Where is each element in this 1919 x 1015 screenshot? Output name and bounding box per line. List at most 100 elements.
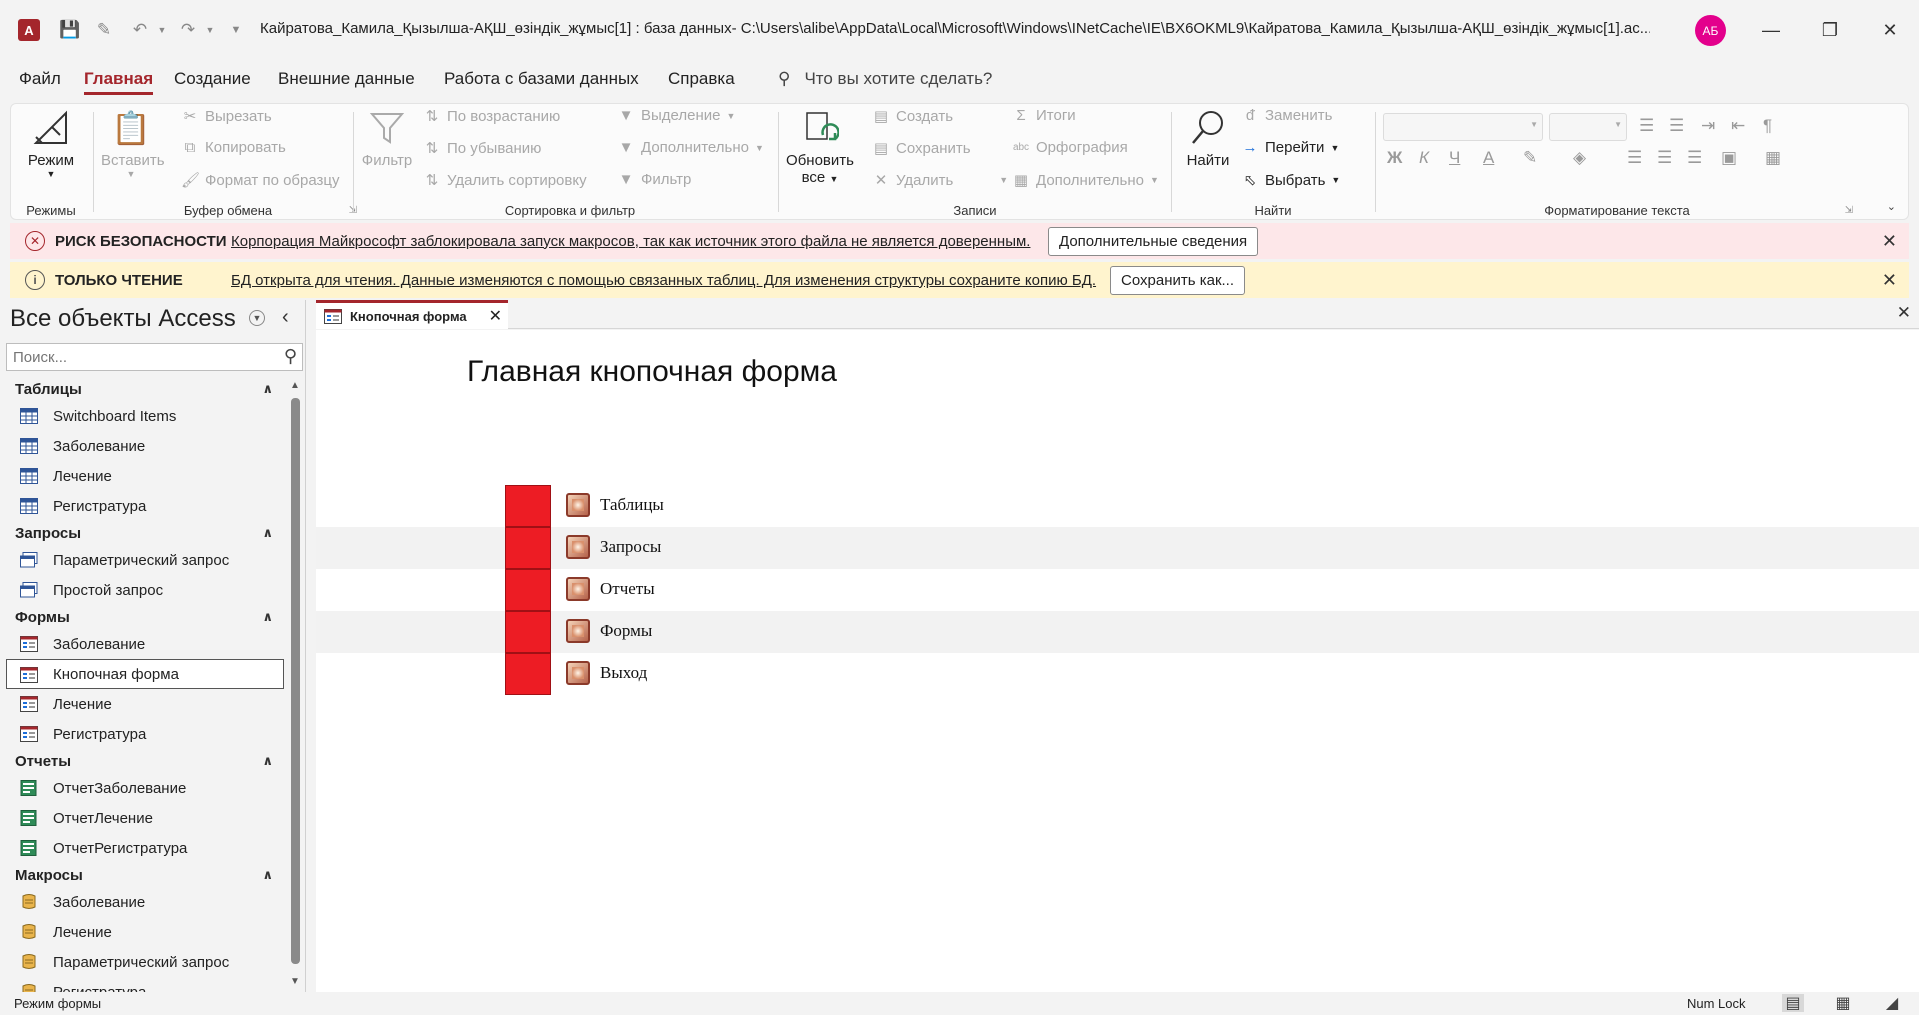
switchboard-button-label[interactable]: Запросы	[600, 537, 661, 557]
align-center-icon[interactable]: ☰	[1657, 148, 1672, 168]
redo-dropdown-icon[interactable]: ▼	[198, 18, 222, 42]
scroll-down-icon[interactable]: ▼	[290, 976, 300, 987]
new-record-button[interactable]: ▤ Создать	[872, 107, 953, 126]
nav-item-query[interactable]: Простой запрос	[0, 575, 285, 605]
close-icon[interactable]: ✕	[1882, 231, 1897, 252]
readonly-message-link[interactable]: БД открыта для чтения. Данные изменяются…	[231, 272, 1096, 289]
copy-button[interactable]: ⧉ Копировать	[181, 139, 286, 156]
nav-item-form[interactable]: Кнопочная форма	[6, 659, 284, 689]
nav-group-header[interactable]: Запросы ∧	[0, 521, 285, 545]
scroll-up-icon[interactable]: ▲	[290, 380, 300, 391]
align-right-icon[interactable]: ☰	[1687, 148, 1702, 168]
nav-item-macro[interactable]: Заболевание	[0, 887, 285, 917]
security-message-link[interactable]: Корпорация Майкрософт заблокировала запу…	[231, 233, 1030, 250]
sort-descending-button[interactable]: ⇅ По убыванию	[423, 139, 542, 158]
nav-item-table[interactable]: Лечение	[0, 461, 285, 491]
find-button[interactable]: Найти	[1183, 108, 1233, 169]
remove-sort-button[interactable]: ⇅ Удалить сортировку	[423, 171, 587, 190]
layout-view-icon[interactable]: ▦	[1832, 994, 1854, 1012]
design-view-icon[interactable]: ◢	[1881, 994, 1903, 1012]
nav-item-macro[interactable]: Лечение	[0, 917, 285, 947]
goto-button[interactable]: → Перейти ▼	[1241, 139, 1340, 156]
dialog-launcher-icon[interactable]: ⇲	[1845, 205, 1853, 216]
filter-button[interactable]: Фильтр	[359, 108, 415, 169]
tab-switchboard-form[interactable]: Кнопочная форма ✕	[316, 300, 508, 329]
save-as-button[interactable]: Сохранить как...	[1110, 266, 1246, 295]
advanced-filter-button[interactable]: ▼ Дополнительно ▼	[617, 139, 764, 156]
selection-button[interactable]: ▼ Выделение ▼	[617, 107, 736, 124]
nav-item-form[interactable]: Заболевание	[0, 629, 285, 659]
switchboard-button-label[interactable]: Отчеты	[600, 579, 655, 599]
decrease-indent-icon[interactable]: ⇤	[1731, 116, 1745, 136]
undo-dropdown-icon[interactable]: ▼	[150, 18, 174, 42]
switchboard-button-label[interactable]: Формы	[600, 621, 652, 641]
delete-record-button[interactable]: ✕ Удалить ▼	[872, 171, 1009, 190]
nav-item-table[interactable]: Регистратура	[0, 491, 285, 521]
font-size-combo[interactable]: ▼	[1549, 113, 1627, 141]
close-window-icon[interactable]: ✕	[1870, 14, 1910, 46]
tab-home[interactable]: Главная	[84, 69, 154, 95]
scroll-thumb[interactable]	[291, 398, 300, 964]
nav-search-box[interactable]: ⚲	[6, 343, 303, 371]
nav-item-report[interactable]: ОтчетЛечение	[0, 803, 285, 833]
tab-create[interactable]: Создание	[174, 69, 251, 89]
nav-item-macro[interactable]: Регистратура	[0, 977, 285, 992]
nav-pane-title[interactable]: Все объекты Access	[10, 305, 236, 333]
format-painter-button[interactable]: 🖌 Формат по образцу	[181, 171, 340, 190]
alternate-row-color-icon[interactable]: ▣	[1721, 148, 1737, 168]
spelling-button[interactable]: abc Орфография	[1012, 139, 1128, 156]
font-color-icon[interactable]: A	[1483, 148, 1494, 168]
align-left-icon[interactable]: ☰	[1627, 148, 1642, 168]
tab-help[interactable]: Справка	[668, 69, 735, 89]
bullets-icon[interactable]: ☰	[1639, 116, 1654, 136]
chevron-up-icon[interactable]: ∧	[262, 609, 273, 625]
customize-qat-icon[interactable]: ▼	[224, 18, 248, 42]
replace-button[interactable]: ᵭ Заменить	[1241, 107, 1333, 124]
more-info-button[interactable]: Дополнительные сведения	[1048, 227, 1259, 256]
switchboard-button-label[interactable]: Таблицы	[600, 495, 664, 515]
close-tab-icon[interactable]: ✕	[489, 306, 502, 326]
nav-group-header[interactable]: Таблицы ∧	[0, 377, 285, 401]
toggle-filter-button[interactable]: ▼ Фильтр	[617, 171, 692, 188]
select-button[interactable]: ⬁ Выбрать ▼	[1241, 171, 1341, 190]
switchboard-button[interactable]	[566, 619, 590, 643]
paste-button[interactable]: 📋 Вставить ▼	[101, 108, 165, 179]
numbering-icon[interactable]: ☰	[1669, 116, 1684, 136]
search-input[interactable]	[7, 348, 267, 366]
view-button[interactable]: Режим ▼	[23, 108, 79, 179]
chevron-down-icon[interactable]: ▼	[249, 310, 265, 326]
save-icon[interactable]: 💾	[58, 18, 82, 42]
user-avatar[interactable]: АБ	[1695, 15, 1726, 46]
save-record-button[interactable]: ▤ Сохранить	[872, 139, 971, 158]
italic-button[interactable]: К	[1419, 148, 1429, 168]
gridlines-icon[interactable]: ▦	[1765, 148, 1781, 168]
nav-item-form[interactable]: Регистратура	[0, 719, 285, 749]
close-icon[interactable]: ✕	[1882, 270, 1897, 291]
close-document-icon[interactable]: ✕	[1897, 303, 1911, 323]
nav-item-table[interactable]: Switchboard Items	[0, 401, 285, 431]
form-view-icon[interactable]: ▤	[1782, 994, 1804, 1012]
form-view-icon[interactable]: ✎	[92, 18, 116, 42]
nav-item-query[interactable]: Параметрический запрос	[0, 545, 285, 575]
refresh-all-button[interactable]: Обновить все ▼	[782, 108, 858, 186]
nav-item-report[interactable]: ОтчетЗаболевание	[0, 773, 285, 803]
fill-color-icon[interactable]: ◈	[1573, 148, 1586, 168]
tab-file[interactable]: Файл	[19, 69, 61, 89]
bold-button[interactable]: Ж	[1387, 148, 1402, 168]
access-app-icon[interactable]: A	[18, 19, 40, 41]
nav-item-macro[interactable]: Параметрический запрос	[0, 947, 285, 977]
nav-item-form[interactable]: Лечение	[0, 689, 285, 719]
font-name-combo[interactable]: ▼	[1383, 113, 1543, 141]
search-icon[interactable]: ⚲	[284, 346, 297, 367]
cut-button[interactable]: ✂ Вырезать	[181, 107, 272, 126]
switchboard-button-label[interactable]: Выход	[600, 663, 647, 683]
nav-group-header[interactable]: Формы ∧	[0, 605, 285, 629]
switchboard-button[interactable]	[566, 661, 590, 685]
nav-item-table[interactable]: Заболевание	[0, 431, 285, 461]
sort-ascending-button[interactable]: ⇅ По возрастанию	[423, 107, 561, 126]
nav-scrollbar[interactable]: ▲ ▼	[288, 380, 300, 992]
highlight-icon[interactable]: ✎	[1523, 148, 1537, 168]
switchboard-button[interactable]	[566, 493, 590, 517]
increase-indent-icon[interactable]: ⇥	[1701, 116, 1715, 136]
chevron-up-icon[interactable]: ∧	[262, 525, 273, 541]
